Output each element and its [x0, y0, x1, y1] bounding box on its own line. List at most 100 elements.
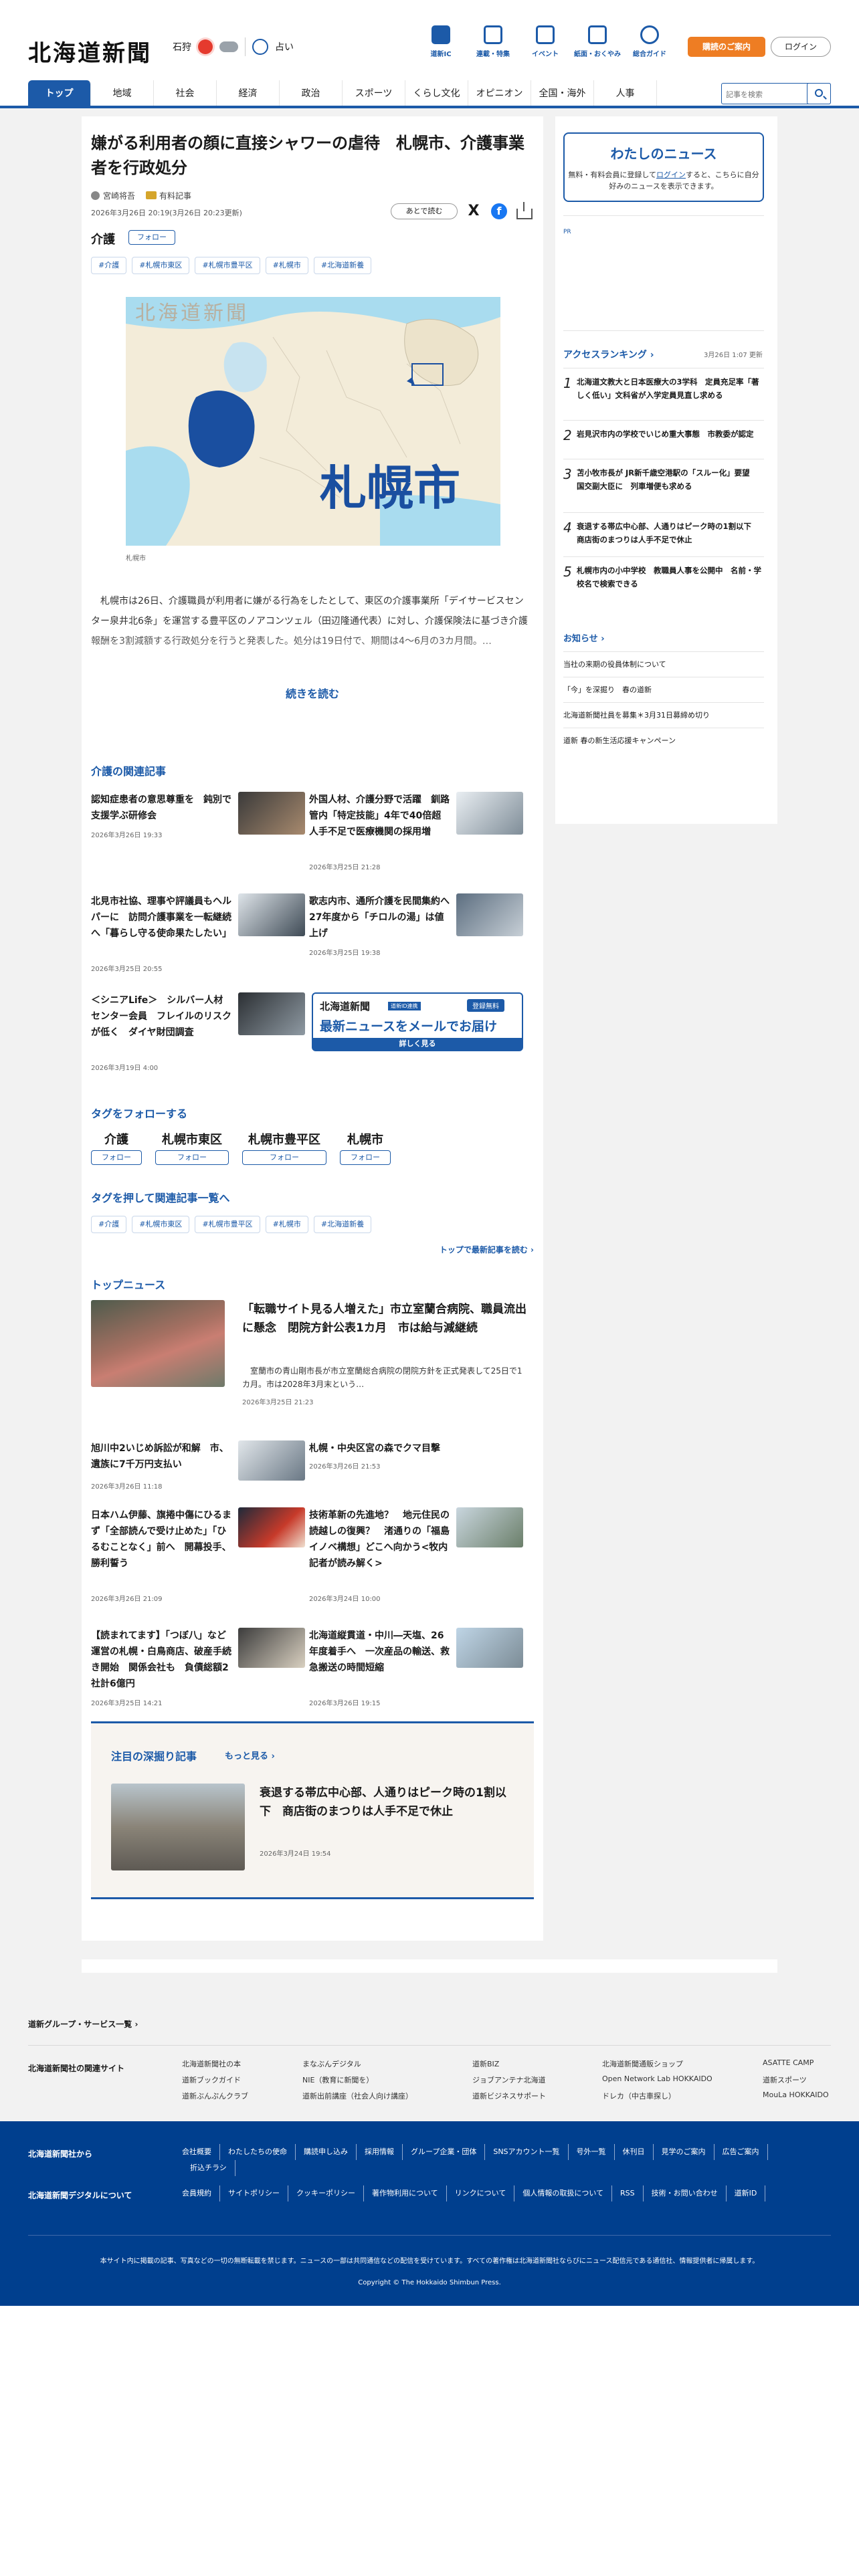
related-site-link[interactable]: 道新ブックガイド — [182, 2074, 241, 2085]
related-site-link[interactable]: MouLa HOKKAIDO — [763, 2090, 829, 2099]
x-share-icon[interactable]: X — [466, 203, 482, 219]
footer-link[interactable]: 広告ご案内 — [714, 2144, 768, 2160]
read-later-button[interactable]: あとで読む — [391, 203, 458, 219]
notice-item-2[interactable]: 「今」を深掘り 春の道新 — [563, 677, 764, 702]
service-series[interactable]: 連載・特集 — [467, 25, 519, 58]
related-site-link[interactable]: ジョブアンテナ北海道 — [472, 2074, 546, 2085]
footer-link[interactable]: リンクについて — [447, 2185, 515, 2202]
service-guide[interactable]: 総合ガイド — [624, 25, 676, 58]
related-site-link[interactable]: 北海道新聞通販ショップ — [602, 2058, 683, 2069]
footer-link[interactable]: 休刊日 — [615, 2144, 654, 2160]
service-events[interactable]: イベント — [519, 25, 571, 58]
ranking-item-3[interactable]: 3 苫小牧市長が JR新千歳空港駅の「スルー化」要望 国交副大臣に 列車増便も求め… — [563, 459, 764, 506]
tag-toyohira-ku[interactable]: #札幌市豊平区 — [195, 257, 260, 274]
tag-toyohira-ku[interactable]: #札幌市豊平区 — [195, 1216, 260, 1233]
site-logo[interactable]: 北海道新聞 — [28, 35, 152, 68]
ranking-item-5[interactable]: 5 札幌市内の小中学校 教職員人事を公開中 名前・学校名で検索できる — [563, 556, 764, 594]
footer-link[interactable]: クッキーポリシー — [288, 2185, 364, 2202]
fortune-label[interactable]: 占い — [275, 40, 294, 53]
footer-link[interactable]: 著作物利用について — [364, 2185, 447, 2202]
notice-item-3[interactable]: 北海道新聞社員を募集＊3月31日募締め切り — [563, 702, 764, 727]
share-icon[interactable] — [516, 202, 533, 219]
follow-button[interactable]: フォロー — [242, 1150, 326, 1165]
footer-link[interactable]: 会社概要 — [182, 2144, 220, 2160]
tag-hokkaido[interactable]: #北海道新養 — [313, 1216, 372, 1233]
login-button[interactable]: ログイン — [771, 37, 831, 57]
follow-button[interactable]: フォロー — [155, 1150, 229, 1165]
related-site-link[interactable]: Open Network Lab HOKKAIDO — [602, 2074, 712, 2083]
follow-button[interactable]: フォロー — [340, 1150, 391, 1165]
tag-hokkaido[interactable]: #北海道新養 — [313, 257, 372, 274]
tag-kaigo[interactable]: #介護 — [91, 1216, 127, 1233]
tag-higashi-ku[interactable]: #札幌市東区 — [132, 1216, 190, 1233]
tab-culture[interactable]: くらし文化 — [405, 80, 468, 107]
tag-sapporo[interactable]: #札幌市 — [265, 1216, 308, 1233]
notice-item-4[interactable]: 道新 春の新生活応援キャンペーン — [563, 728, 764, 752]
tab-politics[interactable]: 政治 — [280, 80, 343, 107]
tab-personnel[interactable]: 人事 — [594, 80, 657, 107]
related-site-link[interactable]: ASATTE CAMP — [763, 2058, 814, 2067]
facebook-share-icon[interactable]: f — [491, 203, 507, 219]
ranking-item-2[interactable]: 2 岩見沢市内の学校でいじめ重大事態 市教委が認定 — [563, 420, 764, 453]
tag-kaigo[interactable]: #介護 — [91, 257, 127, 274]
related-article-5[interactable]: ＜シニアLife＞ シルバー人材センター会員 フレイルのリスクが低く ダイヤ財団… — [91, 992, 305, 1079]
latest-news-link[interactable]: トップで最新記事を読む › — [440, 1244, 534, 1255]
ranking-item-1[interactable]: 1 北海道文教大と日本医療大の3学科 定員充足率「著しく低い」文科省が入学定員見直… — [563, 368, 764, 411]
related-site-link[interactable]: ドレカ（中古車探し） — [602, 2090, 676, 2101]
related-article-3[interactable]: 北見市社協、理事や評議員もヘルパーに 訪問介護事業を一転継続へ「暮らし守る使命果… — [91, 893, 305, 980]
footer-link[interactable]: 見学のご案内 — [654, 2144, 714, 2160]
related-article-1[interactable]: 認知症患者の意思尊重を 鈍別で支援学ぶ研修会 2026年3月26日 19:33 — [91, 792, 305, 879]
footer-link[interactable]: 個人情報の取扱について — [514, 2185, 613, 2202]
tab-region[interactable]: 地域 — [91, 80, 154, 107]
newsletter-banner[interactable]: 北海道新聞 道新ID連携 登録無料 最新ニュースをメールでお届け 詳しく見る — [312, 992, 523, 1051]
follow-button[interactable]: フォロー — [91, 1150, 142, 1165]
tab-sports[interactable]: スポーツ — [343, 80, 405, 107]
ranking-item-4[interactable]: 4 衰退する帯広中心部、人通りはピーク時の1割以下 商店街のまつりは人手不足で休止 — [563, 512, 764, 550]
read-more-link[interactable]: 続きを読む — [262, 685, 363, 701]
related-site-link[interactable]: 道新BIZ — [472, 2058, 499, 2069]
related-site-link[interactable]: 道新スポーツ — [763, 2074, 807, 2085]
tab-society[interactable]: 社会 — [154, 80, 217, 107]
notice-item-1[interactable]: 当社の来期の役員体制について — [563, 651, 764, 676]
footer-link[interactable]: グループ企業・団体 — [403, 2144, 486, 2160]
tab-opinion[interactable]: オピニオン — [468, 80, 531, 107]
footer-link[interactable]: SNSアカウント一覧 — [485, 2144, 569, 2160]
weather-widget[interactable]: 石狩 占い — [173, 37, 294, 56]
footer-link[interactable]: 会員規約 — [182, 2185, 220, 2202]
related-site-link[interactable]: 道新ぶんぷんクラブ — [182, 2090, 248, 2101]
related-site-link[interactable]: まなぶんデジタル — [302, 2058, 361, 2069]
tab-economy[interactable]: 経済 — [217, 80, 280, 107]
search-input[interactable] — [726, 88, 801, 101]
footer-link[interactable]: わたしたちの使命 — [220, 2144, 296, 2160]
related-article-4[interactable]: 歌志内市、通所介護を民間集約へ 27年度から「チロルの湯」は値上げ 2026年3… — [309, 893, 523, 980]
footer-link[interactable]: 道新ID — [727, 2185, 766, 2202]
group-services-link[interactable]: 道新グループ・サービス一覧 › — [28, 2018, 138, 2030]
footer-link[interactable]: サイトポリシー — [220, 2185, 288, 2202]
tag-sapporo[interactable]: #札幌市 — [265, 257, 308, 274]
footer-link[interactable]: 採用情報 — [357, 2144, 403, 2160]
deep-dive-more-link[interactable]: もっと見る › — [225, 1749, 275, 1761]
deep-dive-article[interactable]: 衰退する帯広中心部、人通りはピーク時の1割以下 商店街のまつりは人手不足で休止 … — [111, 1784, 512, 1877]
top-news-lead[interactable]: 「転職サイト見る人増えた」市立室蘭合病院、職員流出に懸念 閉院方針公表1カ月 市… — [91, 1300, 533, 1414]
footer-link[interactable]: RSS — [612, 2185, 644, 2202]
tab-national[interactable]: 全国・海外 — [531, 80, 594, 107]
service-paper-obituaries[interactable]: 紙面・おくやみ — [571, 25, 624, 58]
related-site-link[interactable]: 道新ビジネスサポート — [472, 2090, 546, 2101]
fortune-icon[interactable] — [252, 39, 268, 55]
related-article-2[interactable]: 外国人材、介護分野で活躍 釧路管内「特定技能」4年で40倍超 人手不足で医療機関… — [309, 792, 523, 879]
subscribe-button[interactable]: 購読のご案内 — [688, 37, 765, 57]
related-site-link[interactable]: 北海道新聞社の本 — [182, 2058, 241, 2069]
footer-link[interactable]: 号外一覧 — [569, 2144, 615, 2160]
tag-higashi-ku[interactable]: #札幌市東区 — [132, 257, 190, 274]
service-dshin-ic[interactable]: 道新IC — [415, 25, 467, 58]
related-site-link[interactable]: 道新出前講座（社会人向け講座） — [302, 2090, 413, 2101]
search-button[interactable] — [807, 83, 831, 104]
footer-link[interactable]: 技術・お問い合わせ — [644, 2185, 727, 2202]
follow-tag-button[interactable]: フォロー — [128, 230, 175, 245]
related-site-link[interactable]: NIE（教育に新聞を） — [302, 2074, 373, 2085]
footer-link[interactable]: 折込チラシ — [182, 2160, 235, 2176]
tab-top[interactable]: トップ — [28, 80, 91, 107]
footer-link[interactable]: 購読申し込み — [296, 2144, 357, 2160]
author-link[interactable]: 宮崎将吾 — [91, 190, 135, 201]
my-news-login-link[interactable]: ログイン — [656, 171, 686, 179]
